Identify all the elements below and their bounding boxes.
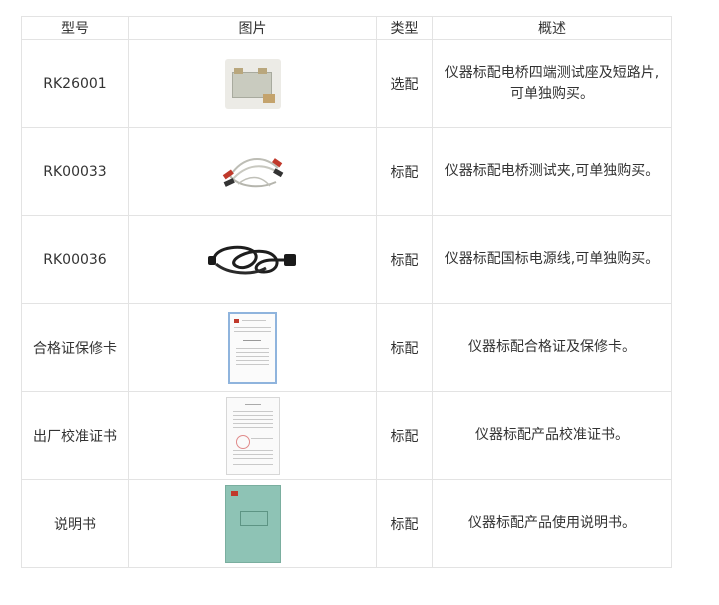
type-cell: 标配 <box>376 215 433 304</box>
type-cell: 标配 <box>376 391 433 480</box>
description-line: 仪器标配电桥测试夹,可单独购买。 <box>444 163 660 179</box>
table-row: 出厂校准证书 标配 仪器标配产品校准证书。 <box>21 391 672 480</box>
description-cell: 仪器标配电桥测试夹,可单独购买。 <box>432 127 672 216</box>
description-line: 可单独购买。 <box>510 85 594 102</box>
description-cell: 仪器标配国标电源线,可单独购买。 <box>432 215 672 304</box>
header-model: 型号 <box>21 16 129 40</box>
user-manual-image <box>224 484 281 563</box>
description-cell: 仪器标配产品使用说明书。 <box>432 479 672 568</box>
model-cell: 出厂校准证书 <box>21 391 129 480</box>
image-cell <box>128 391 377 480</box>
description-line: 仪器标配产品使用说明书。 <box>468 515 636 531</box>
table-row: 合格证保修卡 标配 仪器标配合格证及保修卡。 <box>21 303 672 392</box>
header-image: 图片 <box>128 16 377 40</box>
test-clip-cable-image <box>222 157 283 187</box>
type-cell: 标配 <box>376 127 433 216</box>
accessories-table: 型号 图片 类型 概述 RK26001 选配 仪器标配电桥四端测试座及短路片, … <box>21 16 672 568</box>
type-cell: 选配 <box>376 39 433 128</box>
type-cell: 标配 <box>376 479 433 568</box>
header-type: 类型 <box>376 16 433 40</box>
table-row: RK00033 标配 仪器标配电桥测试夹,可单独购买。 <box>21 127 672 216</box>
description-line: 仪器标配电桥四端测试座及短路片, <box>444 64 660 81</box>
calibration-certificate-image <box>225 396 280 475</box>
table-row: RK26001 选配 仪器标配电桥四端测试座及短路片, 可单独购买。 <box>21 39 672 128</box>
power-cord-image <box>207 245 296 274</box>
test-fixture-image <box>224 58 281 109</box>
header-description: 概述 <box>432 16 672 40</box>
description-line: 仪器标配产品校准证书。 <box>475 427 629 443</box>
image-cell <box>128 215 377 304</box>
description-cell: 仪器标配合格证及保修卡。 <box>432 303 672 392</box>
image-cell <box>128 303 377 392</box>
model-cell: RK00036 <box>21 215 129 304</box>
table-header-row: 型号 图片 类型 概述 <box>21 16 672 40</box>
description-line: 仪器标配合格证及保修卡。 <box>468 339 636 355</box>
image-cell <box>128 127 377 216</box>
table-row: 说明书 标配 仪器标配产品使用说明书。 <box>21 479 672 568</box>
image-cell <box>128 479 377 568</box>
model-cell: 说明书 <box>21 479 129 568</box>
description-line: 仪器标配国标电源线,可单独购买。 <box>444 251 660 267</box>
table-row: RK00036 标配 仪器标配国标电源线,可单独购买。 <box>21 215 672 304</box>
type-cell: 标配 <box>376 303 433 392</box>
warranty-card-image <box>228 311 277 384</box>
description-cell: 仪器标配电桥四端测试座及短路片, 可单独购买。 <box>432 39 672 128</box>
image-cell <box>128 39 377 128</box>
model-cell: RK00033 <box>21 127 129 216</box>
model-cell: RK26001 <box>21 39 129 128</box>
description-cell: 仪器标配产品校准证书。 <box>432 391 672 480</box>
model-cell: 合格证保修卡 <box>21 303 129 392</box>
